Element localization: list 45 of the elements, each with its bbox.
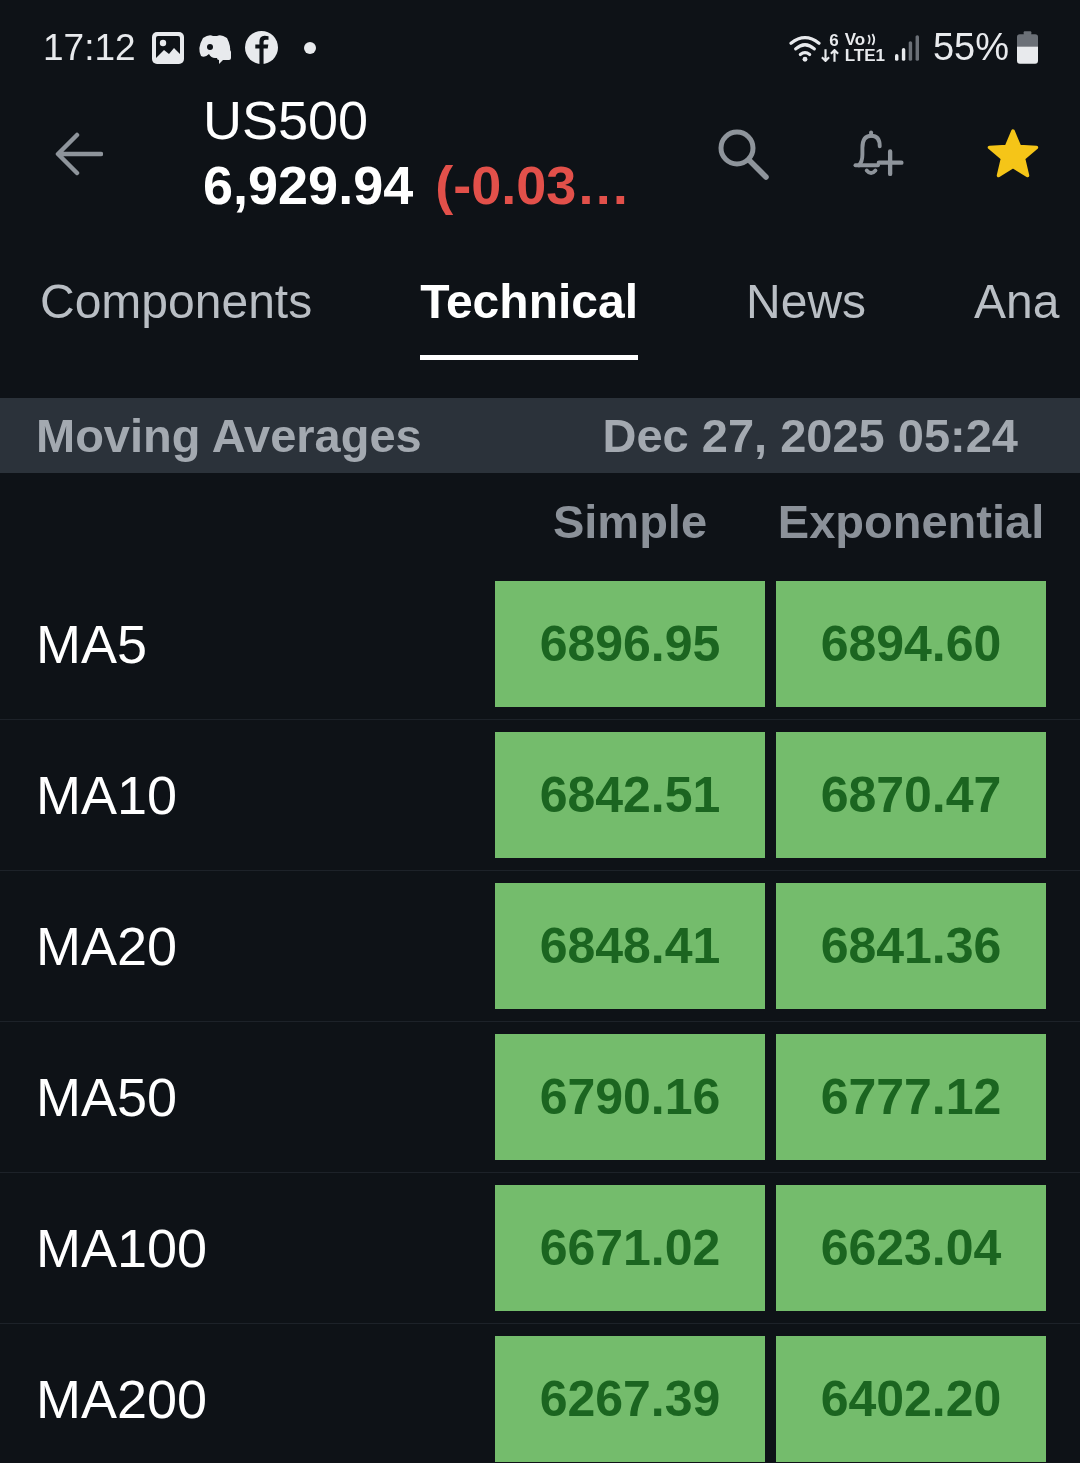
row-label: MA10 xyxy=(36,764,178,826)
value-cell: 6848.41 xyxy=(495,883,765,1009)
row-label: MA5 xyxy=(36,613,148,675)
column-header: Simple xyxy=(552,493,708,549)
value-cell: 6896.95 xyxy=(495,581,765,707)
wifi-icon xyxy=(788,33,821,62)
value-cell: 6841.36 xyxy=(776,883,1046,1009)
row-label: MA50 xyxy=(36,1066,178,1128)
section-title: Moving Averages xyxy=(36,408,422,463)
value-cell: 6402.20 xyxy=(776,1336,1046,1462)
wifi-standard-label: 6 xyxy=(829,33,839,49)
value-cell: 6671.02 xyxy=(495,1185,765,1311)
value-cell: 6267.39 xyxy=(495,1336,765,1462)
column-header: Exponential xyxy=(777,493,1045,549)
dot-icon xyxy=(303,41,316,54)
value-cell: 6870.47 xyxy=(776,732,1046,858)
price-change: (-0.03… xyxy=(435,153,631,217)
battery-icon xyxy=(1017,31,1038,64)
tab[interactable]: Technical xyxy=(420,249,638,360)
tab[interactable]: News xyxy=(746,249,867,360)
volte-label: Vo xyxy=(844,31,866,48)
back-arrow-icon xyxy=(55,131,103,176)
row-label: MA20 xyxy=(36,915,178,977)
battery-percent: 55% xyxy=(932,26,1009,69)
tab[interactable]: Components xyxy=(40,249,313,360)
row-label: MA200 xyxy=(36,1368,208,1430)
social-logo-icon xyxy=(244,31,278,64)
picture-icon xyxy=(151,31,184,64)
network-label: LTE1 xyxy=(844,47,885,64)
status-time: 17:12 xyxy=(43,26,136,69)
value-cell: 6790.16 xyxy=(495,1034,765,1160)
data-arrows-icon xyxy=(820,49,839,62)
signal-icon xyxy=(894,33,919,62)
back-button[interactable] xyxy=(55,131,103,176)
row-label: MA100 xyxy=(36,1217,208,1279)
value-cell: 6623.04 xyxy=(776,1185,1046,1311)
value-cell: 6842.51 xyxy=(495,732,765,858)
value-cell: 6894.60 xyxy=(776,581,1046,707)
symbol-title: US500 xyxy=(203,88,369,151)
tab[interactable]: Ana xyxy=(974,249,1060,360)
value-cell: 6777.12 xyxy=(776,1034,1046,1160)
section-timestamp: Dec 27, 2025 05:24 xyxy=(602,408,1018,463)
waves-icon xyxy=(867,33,877,46)
search-icon xyxy=(716,127,769,180)
price-value: 6,929.94 xyxy=(203,153,414,217)
